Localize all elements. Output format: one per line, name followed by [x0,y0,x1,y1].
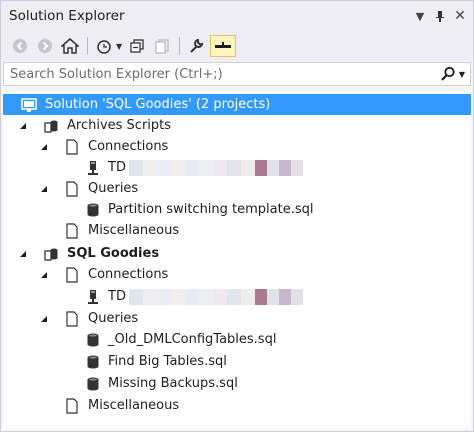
forward-arrow-icon [38,39,52,53]
connection-label: TD [108,160,126,175]
tree-item-folder[interactable]: Queries [3,178,471,199]
tree-item-folder[interactable]: Connections [3,264,471,285]
title-bar: Solution Explorer ▼ ✕ [1,1,473,31]
query-label: Missing Backups.sql [108,376,238,391]
folder-label: Miscellaneous [88,223,180,238]
database-project-icon [43,118,59,134]
folder-icon [64,222,80,239]
toolbar: ▼ [1,31,473,61]
search-options-dropdown-icon[interactable]: ▼ [459,70,465,79]
expanded-arrow-icon[interactable] [39,314,49,324]
tree-item-query[interactable]: _Old_DMLConfigTables.sql [3,329,471,350]
tree-item-connection[interactable]: TD [3,286,471,307]
folder-icon [64,180,80,197]
pin-icon[interactable] [433,10,447,22]
query-label: _Old_DMLConfigTables.sql [108,332,277,347]
connection-label: TD [108,289,126,304]
sql-file-icon [85,202,101,218]
expanded-arrow-icon[interactable] [18,249,28,259]
tree-item-solution[interactable]: Solution 'SQL Goodies' (2 projects) [3,94,471,115]
server-connection-icon [85,160,101,176]
panel-title: Solution Explorer [9,8,125,24]
preview-selected-items-button[interactable] [210,35,237,57]
project-label: Archives Scripts [67,118,172,133]
expanded-arrow-icon[interactable] [39,142,49,152]
expanded-arrow-icon[interactable] [18,121,28,131]
show-all-files-button[interactable] [151,35,173,57]
folder-icon [64,266,80,283]
toolbar-separator [179,37,181,55]
close-icon[interactable]: ✕ [453,8,467,24]
tree-item-folder[interactable]: Miscellaneous [3,220,471,241]
query-label: Find Big Tables.sql [108,354,227,369]
search-input[interactable] [10,66,390,82]
query-label: Partition switching template.sql [108,202,314,217]
folder-icon [64,138,80,155]
toolbar-separator [87,37,88,55]
solution-explorer-panel: Solution Explorer ▼ ✕ ▼ Search Solution … [0,0,474,432]
forward-button[interactable] [34,35,56,57]
wrench-icon [190,38,204,53]
back-arrow-icon [13,39,27,53]
tree-item-folder[interactable]: Connections [3,136,471,157]
redacted-connection-name [129,289,303,305]
expanded-arrow-icon[interactable] [39,270,49,280]
database-project-icon [43,246,59,262]
folder-label: Queries [88,181,139,196]
collapse-all-icon [130,39,144,53]
folder-icon [64,310,80,327]
home-button[interactable] [59,35,81,57]
tree-item-project[interactable]: SQL Goodies [3,243,471,264]
home-icon [61,38,79,54]
search-icon[interactable] [440,66,456,82]
solution-icon [21,97,37,113]
search-controls: ▼ [440,66,465,82]
back-button[interactable] [9,35,31,57]
preview-icon [215,42,232,48]
sql-file-icon [85,376,101,392]
clock-icon [97,40,111,54]
solution-label: Solution 'SQL Goodies' (2 projects) [45,97,271,112]
window-position-dropdown-icon[interactable]: ▼ [413,10,427,23]
pending-changes-dropdown-icon[interactable]: ▼ [116,42,122,51]
folder-label: Miscellaneous [88,398,180,413]
sql-file-icon [85,354,101,370]
title-buttons: ▼ ✕ [413,8,467,24]
tree-item-query[interactable]: Find Big Tables.sql [3,351,471,372]
sql-file-icon [85,332,101,348]
project-label: SQL Goodies [67,246,160,261]
tree-item-query[interactable]: Missing Backups.sql [3,373,471,394]
tree-item-query[interactable]: Partition switching template.sql [3,199,471,220]
tree-item-project[interactable]: Archives Scripts [3,115,471,136]
server-connection-icon [85,289,101,305]
search-box[interactable]: ▼ [3,62,471,86]
tree-item-folder[interactable]: Queries [3,308,471,329]
solution-tree: Solution 'SQL Goodies' (2 projects) Arch… [3,91,471,429]
folder-label: Connections [88,267,169,282]
redacted-connection-name [129,160,303,176]
properties-button[interactable] [185,35,207,57]
show-all-files-icon [155,39,169,54]
folder-label: Queries [88,311,139,326]
folder-icon [64,397,80,414]
folder-label: Connections [88,139,169,154]
pending-changes-button[interactable] [93,35,115,57]
tree-item-folder[interactable]: Miscellaneous [3,395,471,416]
tree-item-connection[interactable]: TD [3,157,471,178]
expanded-arrow-icon[interactable] [39,184,49,194]
collapse-all-button[interactable] [126,35,148,57]
